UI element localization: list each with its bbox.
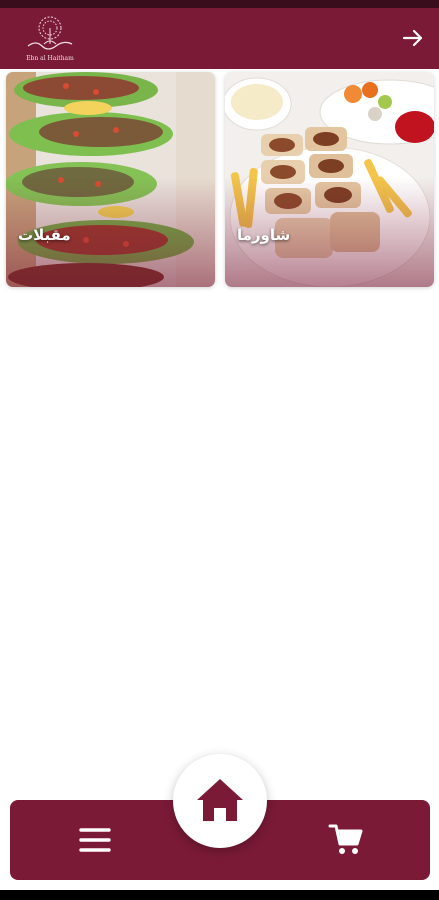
category-label: شاورما (237, 226, 291, 244)
system-navigation-bar (0, 890, 439, 900)
home-icon (197, 779, 243, 821)
logo-tree-icon (27, 16, 73, 50)
category-label: مقبلات (18, 226, 71, 244)
hamburger-menu-icon[interactable] (78, 825, 112, 855)
category-card-appetizers[interactable]: مقبلات (6, 72, 215, 287)
category-card-shawarma[interactable]: شاورما (225, 72, 434, 287)
app-header: Ebn al Haitham (0, 8, 439, 69)
restaurant-logo: Ebn al Haitham (22, 14, 78, 64)
arrow-right-icon[interactable] (401, 26, 425, 50)
logo-latin-text: Ebn al Haitham (26, 55, 74, 62)
home-button[interactable] (173, 754, 267, 848)
shopping-cart-icon[interactable] (328, 822, 364, 858)
status-bar (0, 0, 439, 8)
